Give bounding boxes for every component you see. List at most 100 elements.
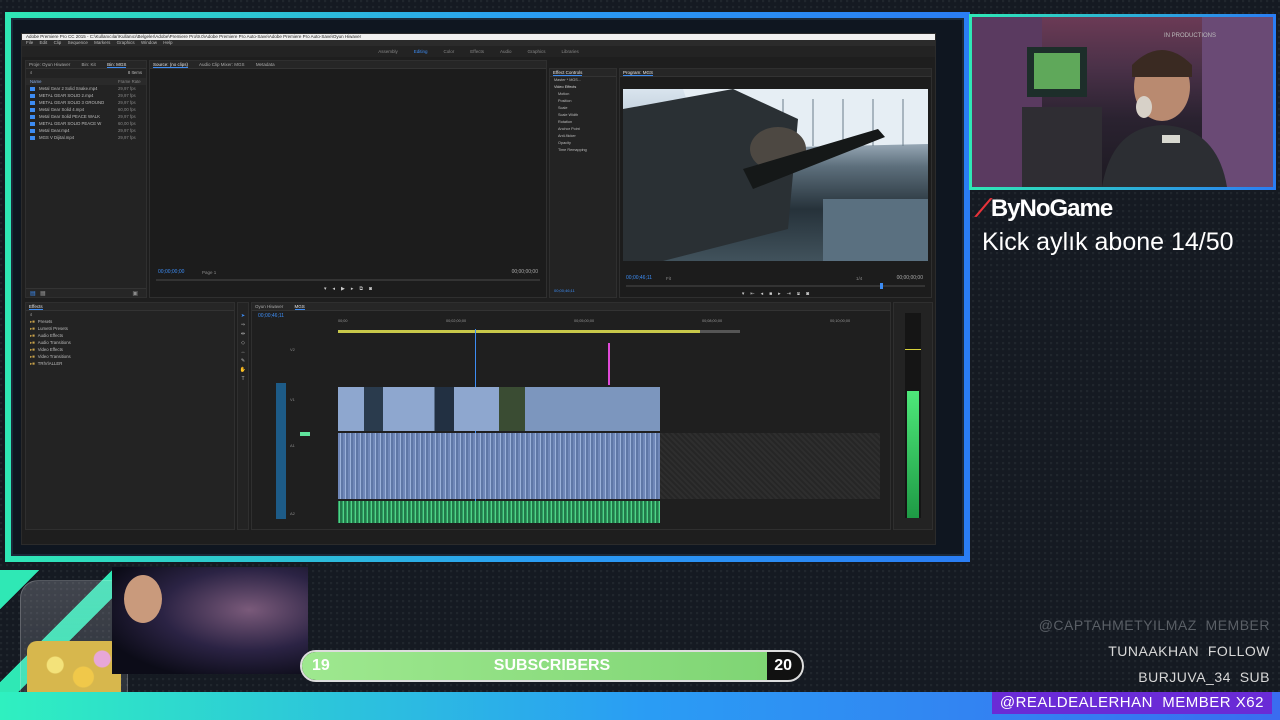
workspace-tab-audio[interactable]: Audio (500, 49, 512, 54)
track-v2[interactable]: V2 (290, 347, 295, 352)
menu-clip[interactable]: Clip (54, 40, 62, 45)
play-icon[interactable]: ▶ (341, 286, 345, 292)
go-to-out-icon[interactable]: ⇥ (787, 291, 791, 297)
column-frame-rate[interactable]: Frame Rate (118, 78, 141, 85)
effects-folder[interactable]: ▸■ Audio Effects (26, 332, 234, 339)
tab-project[interactable]: Proje: Oyun Hiwaver (29, 62, 70, 67)
tab-bin-kit[interactable]: Bin: Kit (82, 62, 96, 67)
project-item[interactable]: METAL GEAR SOLID 3 GROUND 29,97 fps (26, 99, 146, 106)
effect-controls-timecode[interactable]: 00;00;46;11 (554, 288, 575, 293)
menu-help[interactable]: Help (163, 40, 172, 45)
project-item[interactable]: Metal Gear Solid 4.mp4 60,00 fps (26, 106, 146, 113)
program-playhead[interactable] (880, 283, 884, 289)
effects-folder[interactable]: ▸■ Video Transitions (26, 353, 234, 360)
ripple-edit-icon[interactable]: ⇹ (241, 331, 245, 337)
tab-metadata[interactable]: Metadata (256, 62, 275, 67)
step-forward-icon[interactable]: ▸ (351, 286, 354, 292)
track-v1[interactable]: V1 (290, 397, 295, 402)
mark-in-icon[interactable]: ▾ (324, 286, 327, 292)
razor-tool-icon[interactable]: ◇ (241, 340, 245, 346)
effect-property[interactable]: Anti-flicker (550, 133, 616, 140)
effects-folder[interactable]: ▸■ Audio Transitions (26, 339, 234, 346)
selection-tool-icon[interactable]: ➤ (241, 313, 245, 319)
workspace-tab-effects[interactable]: Effects (470, 49, 484, 54)
menu-markers[interactable]: Markers (94, 40, 110, 45)
search-icon[interactable]: ⌕ (30, 70, 32, 75)
workspace-tab-editing[interactable]: Editing (414, 49, 428, 54)
insert-icon[interactable]: ⧉ (359, 286, 363, 292)
effect-property[interactable]: Rotation (550, 119, 616, 126)
tab-sequence-mgs[interactable]: MGS (294, 304, 305, 310)
effect-property[interactable]: Time Remapping (550, 147, 616, 154)
source-page[interactable]: Page 1 (202, 270, 216, 275)
program-timecode[interactable]: 00;00;46;11 (626, 275, 652, 281)
workspace-tab-graphics[interactable]: Graphics (527, 49, 545, 54)
pen-tool-icon[interactable]: ✎ (241, 358, 245, 364)
music-clip-a2[interactable] (338, 501, 660, 523)
step-forward-icon[interactable]: ▸ (778, 291, 781, 297)
effect-property[interactable]: Anchor Point (550, 126, 616, 133)
type-tool-icon[interactable]: T (241, 376, 244, 382)
menu-file[interactable]: File (26, 40, 33, 45)
workspace-tab-color[interactable]: Color (444, 49, 455, 54)
effects-folder[interactable]: ▸■ TRİVİALLER (26, 360, 234, 367)
hand-tool-icon[interactable]: ✋ (240, 367, 246, 373)
workspace-tab-assembly[interactable]: Assembly (378, 49, 398, 54)
source-timecode[interactable]: 00;00;00;00 (158, 269, 184, 275)
list-view-icon[interactable]: ▤ (30, 290, 36, 297)
tab-sequence-oyun[interactable]: Oyun Hiwaver (255, 304, 283, 309)
project-item[interactable]: Metal Gear Solid PEACE WALK 29,97 fps (26, 113, 146, 120)
project-item[interactable]: METAL GEAR SOLID PEACE W 60,00 fps (26, 120, 146, 127)
program-scrubber[interactable] (626, 283, 925, 289)
slip-tool-icon[interactable]: ↔ (241, 349, 246, 355)
effects-folder[interactable]: ▸■ Lumetri Presets (26, 325, 234, 332)
program-resolution-select[interactable]: 1/4 (856, 276, 862, 281)
track-a2[interactable]: A2 (290, 511, 295, 516)
step-back-icon[interactable]: ◂ (333, 286, 336, 292)
source-scrubber[interactable] (156, 279, 540, 281)
stop-icon[interactable]: ■ (769, 291, 772, 297)
tab-program[interactable]: Program: MGS (623, 70, 654, 76)
track-a1[interactable]: A1 (290, 443, 295, 448)
step-back-icon[interactable]: ◂ (761, 291, 764, 297)
effect-property[interactable]: Scale (550, 105, 616, 112)
icon-view-icon[interactable]: ▦ (40, 290, 46, 297)
video-clip-v1[interactable] (338, 387, 660, 431)
effects-folder[interactable]: ▸■ Presets (26, 318, 234, 325)
time-ruler[interactable]: 00;00 00;02;00;00 00;05;00;00 00;08;00;0… (338, 319, 890, 327)
menu-graphics[interactable]: Graphics (117, 40, 135, 45)
export-frame-icon[interactable]: ◙ (806, 291, 809, 297)
project-item[interactable]: Metal Gear.mp4 29,97 fps (26, 127, 146, 134)
tab-bin-mgs[interactable]: Bin: MGS (107, 62, 127, 68)
column-name[interactable]: Name (30, 79, 41, 84)
work-area-bar[interactable] (338, 330, 700, 333)
menu-window[interactable]: Window (141, 40, 157, 45)
project-item[interactable]: Metal Gear 2 Solid Snake.mp4 29,97 fps (26, 85, 146, 92)
timeline-timecode[interactable]: 00;00;46;11 (258, 313, 284, 319)
effect-property[interactable]: Position (550, 98, 616, 105)
effect-property[interactable]: Motion (550, 91, 616, 98)
effect-property[interactable]: Opacity (550, 140, 616, 147)
workspace-tab-libraries[interactable]: Libraries (562, 49, 579, 54)
master-clip[interactable]: Master * MGS... (550, 77, 616, 84)
track-target-column[interactable] (276, 383, 286, 519)
project-item[interactable]: METAL GEAR SOLID 2.mp4 29,97 fps (26, 92, 146, 99)
effect-property[interactable]: Scale Width (550, 112, 616, 119)
go-to-in-icon[interactable]: ⇤ (750, 291, 754, 297)
lift-icon[interactable]: ⧈ (797, 291, 800, 297)
project-item[interactable]: MGS V Dijital.mp4 29,97 fps (26, 134, 146, 141)
tab-effects[interactable]: Effects (29, 304, 43, 310)
program-fit-select[interactable]: Fit (666, 276, 671, 281)
track-select-icon[interactable]: ⇒ (241, 322, 245, 328)
tab-source[interactable]: Source: (no clips) (153, 62, 189, 68)
search-icon[interactable]: ⌕ (30, 312, 32, 317)
menu-edit[interactable]: Edit (40, 40, 48, 45)
tab-effect-controls[interactable]: Effect Controls (553, 70, 583, 76)
add-marker-icon[interactable]: ▾ (742, 291, 745, 297)
menu-sequence[interactable]: Sequence (68, 40, 88, 45)
effects-folder[interactable]: ▸■ Video Effects (26, 346, 234, 353)
solo-toggle[interactable] (300, 432, 310, 436)
new-item-icon[interactable]: ▣ (132, 290, 138, 297)
export-frame-icon[interactable]: ◙ (369, 286, 372, 292)
audio-clip-a1[interactable] (338, 433, 660, 499)
